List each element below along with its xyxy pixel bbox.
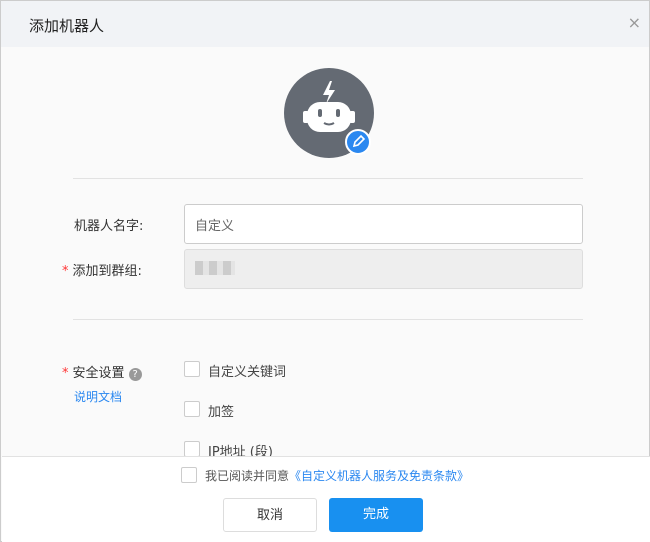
help-doc-link[interactable]: 说明文档 xyxy=(74,388,122,405)
divider xyxy=(73,319,583,320)
terms-link[interactable]: 《自定义机器人服务及免责条款》 xyxy=(289,469,469,483)
sign-checkbox[interactable] xyxy=(184,401,200,417)
sign-option: 加签 xyxy=(208,405,235,420)
group-select[interactable] xyxy=(184,249,583,289)
done-button[interactable]: 完成 xyxy=(329,498,423,532)
ip-checkbox[interactable] xyxy=(184,441,200,457)
name-label: 机器人名字: xyxy=(74,219,144,234)
dialog-title: 添加机器人 xyxy=(29,17,105,35)
edit-avatar-button[interactable] xyxy=(345,129,371,155)
agree-checkbox[interactable] xyxy=(181,467,197,483)
agree-text: 我已阅读并同意《自定义机器人服务及免责条款》 xyxy=(205,469,470,483)
help-icon[interactable]: ? xyxy=(128,368,142,381)
keyword-checkbox[interactable] xyxy=(184,361,200,377)
add-robot-dialog: 添加机器人 × 机器人名字: *添加到群组: *安全设置 ? 说明文档 自定义关… xyxy=(0,0,650,542)
security-label: * 安全设置 ? xyxy=(62,362,142,381)
keyword-option: 自定义关键词 xyxy=(208,365,287,380)
pencil-icon xyxy=(352,134,366,148)
close-icon[interactable]: × xyxy=(628,13,641,32)
dialog-header: 添加机器人 × xyxy=(1,1,649,47)
robot-name-input[interactable] xyxy=(184,204,583,244)
cancel-button[interactable]: 取消 xyxy=(223,498,317,532)
blurred-group-name xyxy=(195,261,235,275)
group-label: * 添加到群组: xyxy=(62,264,142,279)
divider xyxy=(73,178,583,179)
